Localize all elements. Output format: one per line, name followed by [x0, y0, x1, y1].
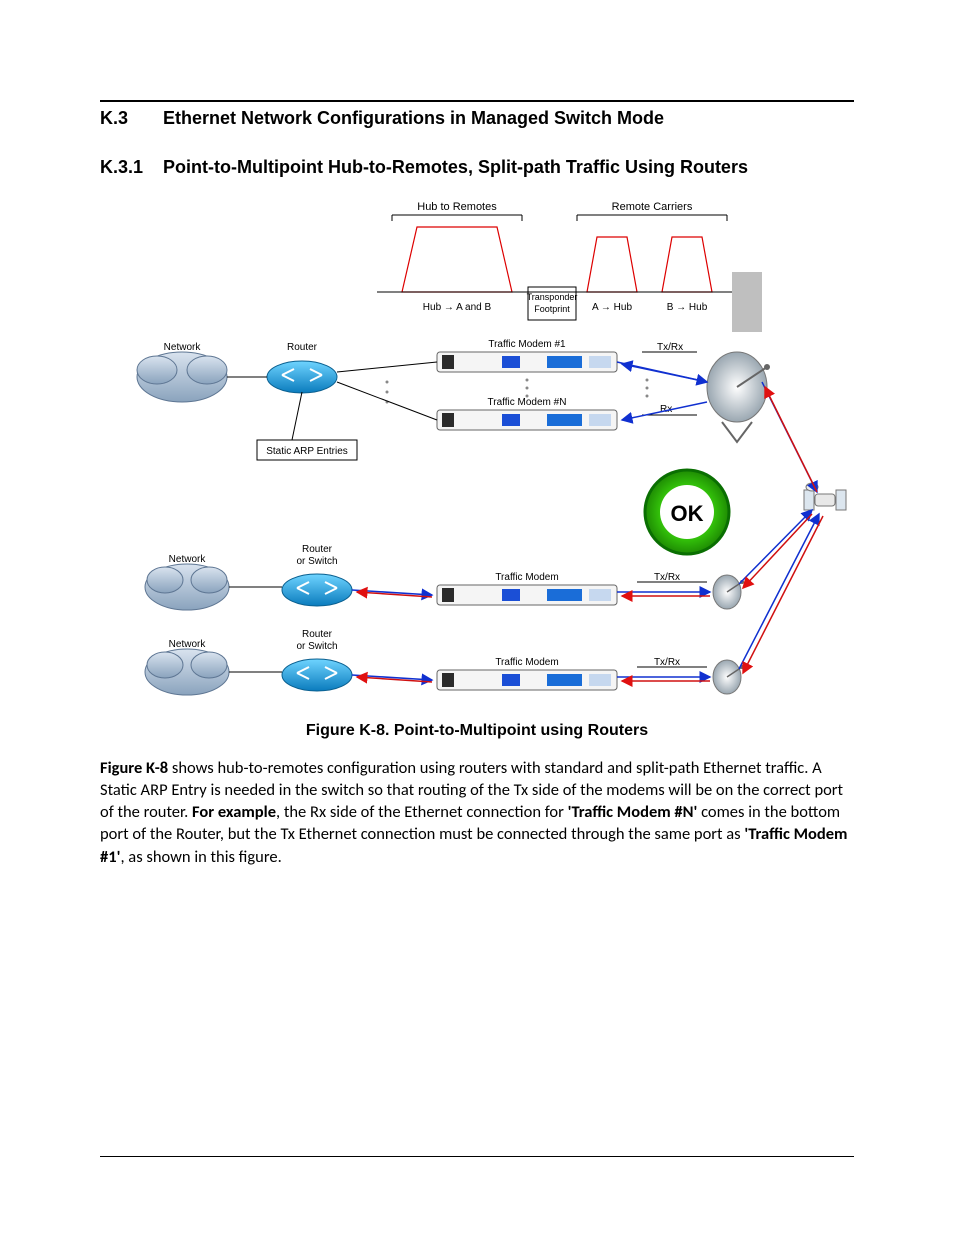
- svg-text:or Switch: or Switch: [296, 641, 337, 652]
- network-cloud-remote-a: Network: [145, 554, 229, 610]
- svg-text:Tx/Rx: Tx/Rx: [657, 342, 683, 353]
- svg-text:or Switch: or Switch: [296, 556, 337, 567]
- svg-text:Static ARP Entries: Static ARP Entries: [266, 446, 348, 457]
- label-b-hub: B → Hub: [667, 302, 708, 313]
- router-hub: Router: [267, 342, 337, 393]
- label-hub-to-remotes: Hub to Remotes: [417, 201, 497, 213]
- footer-rule: [100, 1156, 854, 1157]
- svg-text:Tx/Rx: Tx/Rx: [654, 657, 680, 668]
- label-footprint: Footprint: [534, 304, 570, 314]
- label-transponder: Transponder: [527, 292, 578, 302]
- section-number: K.3: [100, 108, 158, 129]
- subsection-heading: K.3.1 Point-to-Multipoint Hub-to-Remotes…: [100, 157, 854, 178]
- label-a-hub: A → Hub: [592, 302, 632, 313]
- antenna-dish-remote-a: [713, 575, 744, 609]
- document-page: K.3 Ethernet Network Configurations in M…: [0, 0, 954, 1235]
- svg-text:Traffic Modem: Traffic Modem: [495, 572, 558, 583]
- svg-text:Router: Router: [302, 629, 333, 640]
- svg-text:OK: OK: [671, 501, 704, 526]
- label-remote-carriers: Remote Carriers: [612, 201, 693, 213]
- svg-text:Traffic Modem #1: Traffic Modem #1: [488, 339, 566, 350]
- antenna-dish-remote-b: [713, 660, 744, 694]
- top-rule: [100, 100, 854, 102]
- svg-text:Tx/Rx: Tx/Rx: [654, 572, 680, 583]
- satellite-icon: [804, 483, 846, 510]
- router-remote-a: Router or Switch: [282, 544, 352, 606]
- svg-text:Network: Network: [169, 639, 207, 650]
- section-heading: K.3 Ethernet Network Configurations in M…: [100, 108, 854, 129]
- figure-ref: Figure K-8: [100, 758, 168, 778]
- static-arp-entries: Static ARP Entries: [257, 392, 357, 460]
- antenna-dish-hub: [707, 352, 770, 442]
- subsection-title: Point-to-Multipoint Hub-to-Remotes, Spli…: [163, 157, 748, 177]
- svg-text:Traffic Modem #N: Traffic Modem #N: [488, 397, 567, 408]
- svg-text:Network: Network: [164, 342, 202, 353]
- traffic-modem-remote-b: Traffic Modem: [437, 657, 617, 690]
- section-title: Ethernet Network Configurations in Manag…: [163, 108, 664, 128]
- network-cloud-hub: Network: [137, 342, 227, 402]
- figure-diagram: Hub to Remotes Remote Carriers Hub → A a…: [107, 192, 847, 712]
- svg-text:Router: Router: [287, 342, 318, 353]
- svg-text:Router: Router: [302, 544, 333, 555]
- body-paragraph: Figure K-8 shows hub-to-remotes configur…: [100, 757, 854, 868]
- label-hub-ab: Hub → A and B: [423, 302, 492, 313]
- subsection-number: K.3.1: [100, 157, 158, 178]
- router-remote-b: Router or Switch: [282, 629, 352, 691]
- svg-text:Traffic Modem: Traffic Modem: [495, 657, 558, 668]
- traffic-modem-1: Traffic Modem #1: [437, 339, 617, 372]
- ok-badge: OK: [645, 470, 729, 554]
- traffic-modem-n: Traffic Modem #N: [437, 397, 617, 430]
- svg-text:Network: Network: [169, 554, 207, 565]
- figure-caption: Figure K-8. Point-to-Multipoint using Ro…: [100, 722, 854, 740]
- network-cloud-remote-b: Network: [145, 639, 229, 695]
- traffic-modem-remote-a: Traffic Modem: [437, 572, 617, 605]
